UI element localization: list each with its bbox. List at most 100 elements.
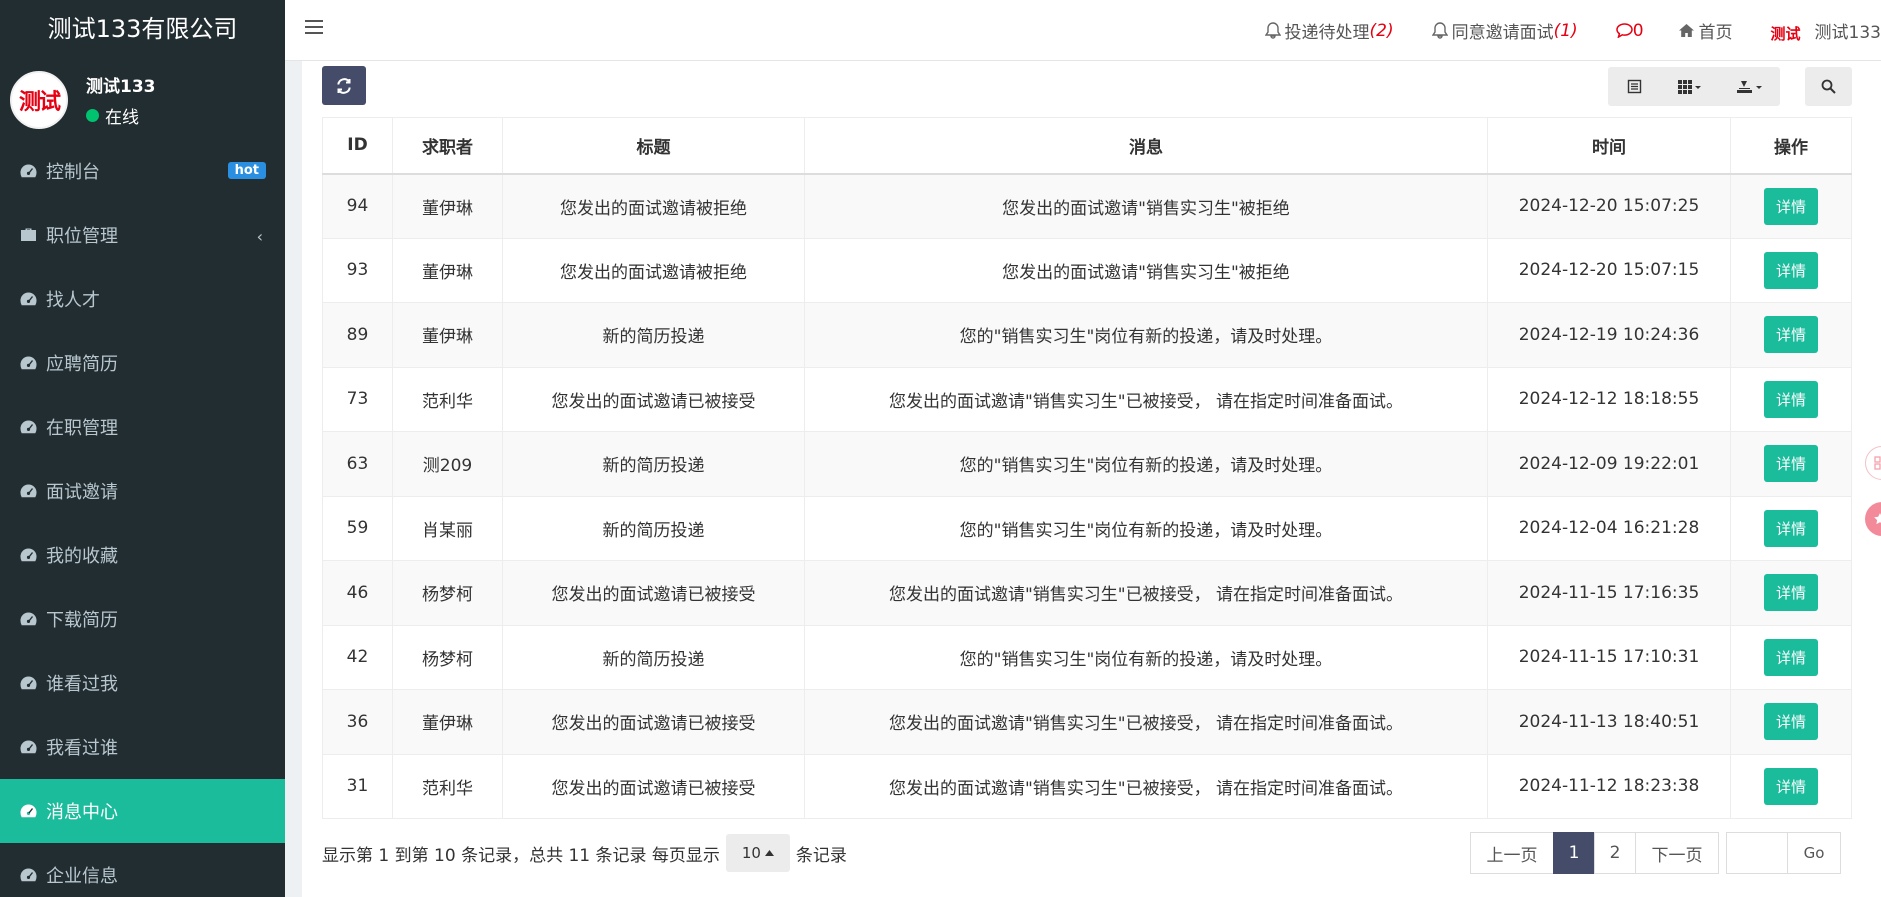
detail-button[interactable]: 详情 — [1763, 187, 1818, 225]
detail-button[interactable]: 详情 — [1763, 251, 1818, 289]
message-center-panel: ID 求职者 标题 消息 时间 操作 94 董伊琳 您发出的面试邀请被拒绝 您发出的面… — [302, 61, 1881, 897]
sidebar-item-4[interactable]: 在职管理 — [0, 395, 285, 459]
go-button[interactable]: Go — [1787, 832, 1841, 874]
cell-time: 2024-12-04 16:21:28 — [1487, 495, 1731, 561]
cell-actions: 详情 — [1730, 495, 1852, 561]
column-header-time[interactable]: 时间 — [1487, 117, 1731, 175]
cell-message: 您发出的面试邀请"销售实习生"被拒绝 — [804, 237, 1488, 303]
table-row[interactable]: 94 董伊琳 您发出的面试邀请被拒绝 您发出的面试邀请"销售实习生"被拒绝 2024-1… — [322, 173, 1852, 239]
pending-deliveries-link[interactable]: 投递待处理 (2) — [1264, 18, 1394, 43]
user-name: 测试133 — [86, 77, 156, 97]
avatar: 测试 — [10, 71, 68, 129]
table-row[interactable]: 36 董伊琳 您发出的面试邀请已被接受 您发出的面试邀请"销售实习生"已被接受， 请在… — [322, 689, 1852, 755]
pagination-summary: 显示第 1 到第 10 条记录，总共 11 条记录 每页显示 — [322, 845, 720, 866]
cell-id: 94 — [322, 173, 393, 239]
sidebar-item-7[interactable]: 下载简历 — [0, 587, 285, 651]
cell-time: 2024-11-15 17:10:31 — [1487, 624, 1731, 690]
sidebar-item-label: 消息中心 — [46, 802, 118, 823]
search-button[interactable] — [1805, 67, 1852, 106]
cell-time: 2024-12-20 15:07:15 — [1487, 237, 1731, 303]
table-row[interactable]: 59 肖某丽 新的简历投递 您的"销售实习生"岗位有新的投递，请及时处理。 2024-1… — [322, 495, 1852, 561]
cell-message: 您的"销售实习生"岗位有新的投递，请及时处理。 — [804, 624, 1488, 690]
sidebar-item-6[interactable]: 我的收藏 — [0, 523, 285, 587]
sidebar-item-9[interactable]: 我看过谁 — [0, 715, 285, 779]
sidebar-item-5[interactable]: 面试邀请 — [0, 459, 285, 523]
table-header-row: ID 求职者 标题 消息 时间 操作 — [322, 117, 1852, 175]
cell-id: 73 — [322, 366, 393, 432]
dashboard-icon — [19, 482, 38, 501]
messages-link[interactable]: 0 — [1615, 20, 1644, 41]
interview-count: (1) — [1553, 20, 1578, 41]
sidebar-item-11[interactable]: 企业信息 — [0, 843, 285, 897]
detail-button[interactable]: 详情 — [1763, 380, 1818, 418]
cell-id: 42 — [322, 624, 393, 690]
table-row[interactable]: 46 杨梦柯 您发出的面试邀请已被接受 您发出的面试邀请"销售实习生"已被接受， 请在… — [322, 560, 1852, 626]
online-dot-icon — [86, 109, 99, 122]
detail-button[interactable]: 详情 — [1763, 445, 1818, 483]
sidebar-item-label: 面试邀请 — [46, 482, 118, 503]
column-header-title[interactable]: 标题 — [502, 117, 805, 175]
dashboard-icon — [19, 866, 38, 885]
table-row[interactable]: 31 范利华 您发出的面试邀请已被接受 您发出的面试邀请"销售实习生"已被接受， 请在… — [322, 753, 1852, 819]
go-to-page-input[interactable] — [1726, 832, 1788, 874]
message-count: 0 — [1632, 20, 1644, 41]
cell-message: 您发出的面试邀请"销售实习生"被拒绝 — [804, 173, 1488, 239]
user-status: 在线 — [86, 103, 156, 128]
chevron-left-icon[interactable]: ‹ — [257, 227, 263, 246]
detail-button[interactable]: 详情 — [1763, 574, 1818, 612]
grid-columns-icon — [1678, 79, 1701, 94]
export-button[interactable] — [1720, 67, 1780, 106]
table-row[interactable]: 42 杨梦柯 新的简历投递 您的"销售实习生"岗位有新的投递，请及时处理。 2024-1… — [322, 624, 1852, 690]
page-size-dropdown[interactable]: 10 — [725, 834, 790, 872]
interview-accepted-link[interactable]: 同意邀请面试 (1) — [1431, 18, 1578, 43]
pagination-suffix: 条记录 — [795, 845, 847, 866]
columns-button[interactable] — [1660, 67, 1720, 106]
detail-button[interactable]: 详情 — [1763, 767, 1818, 805]
cell-title: 新的简历投递 — [502, 431, 805, 497]
detail-button[interactable]: 详情 — [1763, 638, 1818, 676]
sidebar-item-label: 下载简历 — [46, 610, 118, 631]
table-row[interactable]: 73 范利华 您发出的面试邀请已被接受 您发出的面试邀请"销售实习生"已被接受， 请在… — [322, 366, 1852, 432]
sidebar-item-8[interactable]: 谁看过我 — [0, 651, 285, 715]
sidebar-item-3[interactable]: 应聘简历 — [0, 331, 285, 395]
dashboard-icon — [19, 802, 38, 821]
table-toolbar — [302, 61, 1881, 121]
cell-actions: 详情 — [1730, 237, 1852, 303]
prev-page-button[interactable]: 上一页 — [1470, 832, 1554, 874]
sidebar-item-label: 谁看过我 — [46, 674, 118, 695]
briefcase-icon — [19, 226, 38, 245]
company-name[interactable]: 测试133有限公司 — [0, 0, 285, 61]
home-link[interactable]: 首页 — [1678, 18, 1733, 43]
topbar: 投递待处理 (2) 同意邀请面试 (1) 0 首页 测试 测试133 — [285, 0, 1881, 61]
dashboard-icon — [19, 162, 38, 181]
sidebar-item-2[interactable]: 找人才 — [0, 267, 285, 331]
detail-button[interactable]: 详情 — [1763, 703, 1818, 741]
comment-icon — [1615, 23, 1633, 38]
column-header-seeker[interactable]: 求职者 — [392, 117, 503, 175]
table-row[interactable]: 63 测209 新的简历投递 您的"销售实习生"岗位有新的投递，请及时处理。 2024-… — [322, 431, 1852, 497]
cell-time: 2024-11-12 18:23:38 — [1487, 753, 1731, 819]
page-1-button[interactable]: 1 — [1553, 832, 1595, 874]
sidebar-item-1[interactable]: 职位管理 ‹ — [0, 203, 285, 267]
list-view-icon — [1627, 79, 1641, 94]
caret-up-icon — [764, 850, 774, 856]
refresh-button[interactable] — [322, 66, 366, 105]
detail-button[interactable]: 详情 — [1763, 509, 1818, 547]
table-row[interactable]: 93 董伊琳 您发出的面试邀请被拒绝 您发出的面试邀请"销售实习生"被拒绝 2024-1… — [322, 237, 1852, 303]
next-page-button[interactable]: 下一页 — [1635, 832, 1719, 874]
sidebar-item-10[interactable]: 消息中心 — [0, 779, 285, 843]
sidebar-item-0[interactable]: 控制台 hot — [0, 139, 285, 203]
page-2-button[interactable]: 2 — [1594, 832, 1636, 874]
user-avatar-small[interactable]: 测试 — [1771, 23, 1801, 44]
column-header-message[interactable]: 消息 — [804, 117, 1488, 175]
cell-seeker: 测209 — [392, 431, 503, 497]
table-row[interactable]: 89 董伊琳 新的简历投递 您的"销售实习生"岗位有新的投递，请及时处理。 2024-1… — [322, 302, 1852, 368]
cell-message: 您发出的面试邀请"销售实习生"已被接受， 请在指定时间准备面试。 — [804, 689, 1488, 755]
dashboard-icon — [19, 290, 38, 309]
toggle-view-button[interactable] — [1608, 67, 1660, 106]
top-user-name[interactable]: 测试133 — [1815, 18, 1881, 43]
column-header-id[interactable]: ID — [322, 117, 393, 175]
cell-time: 2024-11-13 18:40:51 — [1487, 689, 1731, 755]
menu-toggle-icon[interactable] — [305, 20, 323, 38]
detail-button[interactable]: 详情 — [1763, 316, 1818, 354]
